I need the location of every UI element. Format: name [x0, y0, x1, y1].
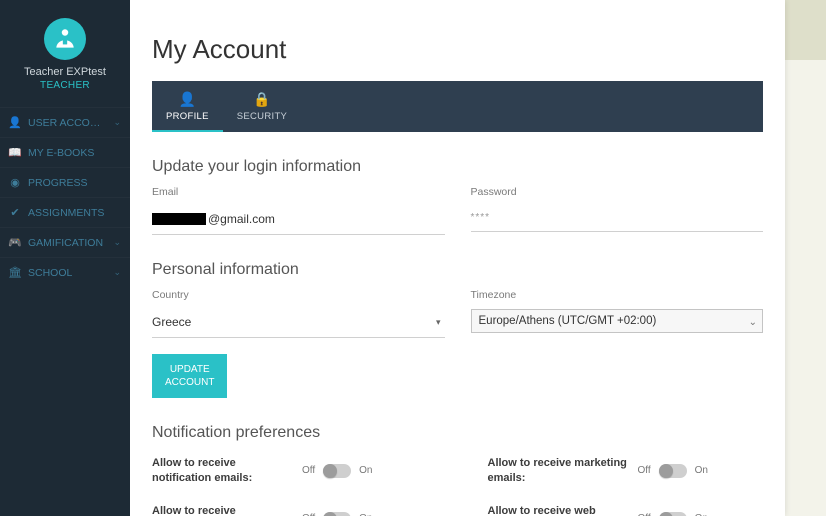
- caret-down-icon: ▾: [436, 317, 441, 328]
- notif-label: Allow to receive educational emails:: [152, 504, 292, 516]
- person-icon: 👤: [9, 116, 21, 129]
- notification-prefs-section: Notification preferences Allow to receiv…: [152, 424, 763, 516]
- country-label: Country: [152, 289, 445, 301]
- section-heading: Update your login information: [152, 158, 763, 176]
- password-label: Password: [471, 186, 764, 198]
- notif-label: Allow to receive web notifications:: [488, 504, 628, 516]
- notif-row: Allow to receive marketing emails: Off O…: [488, 456, 764, 486]
- chevron-down-icon: ⌄: [113, 267, 121, 278]
- toggle-off-label: Off: [302, 465, 315, 476]
- notif-row: Allow to receive educational emails: Off…: [152, 504, 428, 516]
- person-icon: 👤: [166, 91, 209, 108]
- country-value: Greece: [152, 315, 191, 329]
- country-field-wrap: Country Greece ▾: [152, 289, 445, 338]
- timezone-label: Timezone: [471, 289, 764, 301]
- notif-row: Allow to receive web notifications: Off …: [488, 504, 764, 516]
- toggle-switch[interactable]: [659, 512, 687, 516]
- email-label: Email: [152, 186, 445, 198]
- notif-col-left: Allow to receive notification emails: Of…: [152, 456, 428, 516]
- sidebar-item-label: SCHOOL: [28, 267, 106, 279]
- notif-label: Allow to receive marketing emails:: [488, 456, 628, 486]
- notif-col-right: Allow to receive marketing emails: Off O…: [488, 456, 764, 516]
- personal-info-section: Personal information Country Greece ▾ Ti…: [152, 261, 763, 398]
- toggle-off-label: Off: [638, 465, 651, 476]
- section-heading: Personal information: [152, 261, 763, 279]
- sidebar-item-label: USER ACCOUNT: [28, 117, 106, 129]
- redacted-local-part: [152, 213, 206, 225]
- sidebar-item-label: GAMIFICATION: [28, 237, 106, 249]
- target-icon: ◉: [9, 176, 21, 189]
- sidebar-item-assignments[interactable]: ✔ ASSIGNMENTS: [0, 197, 130, 227]
- book-icon: 📖: [9, 146, 21, 159]
- section-heading: Notification preferences: [152, 424, 763, 442]
- email-field-wrap: Email @gmail.com: [152, 186, 445, 235]
- brand-block: Teacher EXPtest TEACHER: [0, 0, 130, 101]
- sidebar-item-label: ASSIGNMENTS: [28, 207, 121, 219]
- brand-role: TEACHER: [5, 80, 125, 91]
- toggle-switch[interactable]: [659, 464, 687, 478]
- timezone-field-wrap: Timezone ⌄: [471, 289, 764, 338]
- country-select[interactable]: Greece ▾: [152, 309, 445, 338]
- toggle-switch[interactable]: [323, 512, 351, 516]
- sidebar-nav: 👤 USER ACCOUNT ⌄ 📖 MY E-BOOKS ◉ PROGRESS…: [0, 107, 130, 287]
- sidebar-item-ebooks[interactable]: 📖 MY E-BOOKS: [0, 137, 130, 167]
- password-mask: ****: [471, 212, 491, 223]
- password-field[interactable]: ****: [471, 206, 764, 232]
- update-account-button[interactable]: UPDATE ACCOUNT: [152, 354, 227, 398]
- toggle-on-label: On: [695, 465, 708, 476]
- password-field-wrap: Password ****: [471, 186, 764, 235]
- chevron-down-icon: ⌄: [113, 117, 121, 128]
- sidebar-item-school[interactable]: 🏛 SCHOOL ⌄: [0, 257, 130, 287]
- tab-profile[interactable]: 👤 PROFILE: [152, 81, 223, 132]
- notif-row: Allow to receive notification emails: Of…: [152, 456, 428, 486]
- tab-label: PROFILE: [166, 111, 209, 122]
- brand-logo-icon: [44, 18, 86, 60]
- sidebar-item-label: PROGRESS: [28, 177, 121, 189]
- check-icon: ✔: [9, 206, 21, 219]
- chevron-down-icon: ⌄: [113, 237, 121, 248]
- email-field[interactable]: @gmail.com: [152, 206, 445, 235]
- tab-label: SECURITY: [237, 111, 287, 122]
- gamepad-icon: 🎮: [9, 236, 21, 249]
- page-title: My Account: [152, 34, 763, 65]
- lock-icon: 🔒: [237, 91, 287, 108]
- toggle-switch[interactable]: [323, 464, 351, 478]
- building-icon: 🏛: [9, 266, 21, 279]
- sidebar-item-progress[interactable]: ◉ PROGRESS: [0, 167, 130, 197]
- sidebar: Teacher EXPtest TEACHER 👤 USER ACCOUNT ⌄…: [0, 0, 130, 516]
- tab-security[interactable]: 🔒 SECURITY: [223, 81, 301, 132]
- brand-username: Teacher EXPtest: [5, 66, 125, 78]
- tab-bar: 👤 PROFILE 🔒 SECURITY: [152, 81, 763, 132]
- notif-label: Allow to receive notification emails:: [152, 456, 292, 486]
- login-info-section: Update your login information Email @gma…: [152, 158, 763, 235]
- main-panel: My Account 👤 PROFILE 🔒 SECURITY Update y…: [130, 0, 785, 516]
- sidebar-item-user-account[interactable]: 👤 USER ACCOUNT ⌄: [0, 107, 130, 137]
- sidebar-item-label: MY E-BOOKS: [28, 147, 121, 159]
- toggle-on-label: On: [359, 465, 372, 476]
- sidebar-item-gamification[interactable]: 🎮 GAMIFICATION ⌄: [0, 227, 130, 257]
- email-domain: @gmail.com: [208, 212, 275, 226]
- timezone-select[interactable]: [471, 309, 764, 333]
